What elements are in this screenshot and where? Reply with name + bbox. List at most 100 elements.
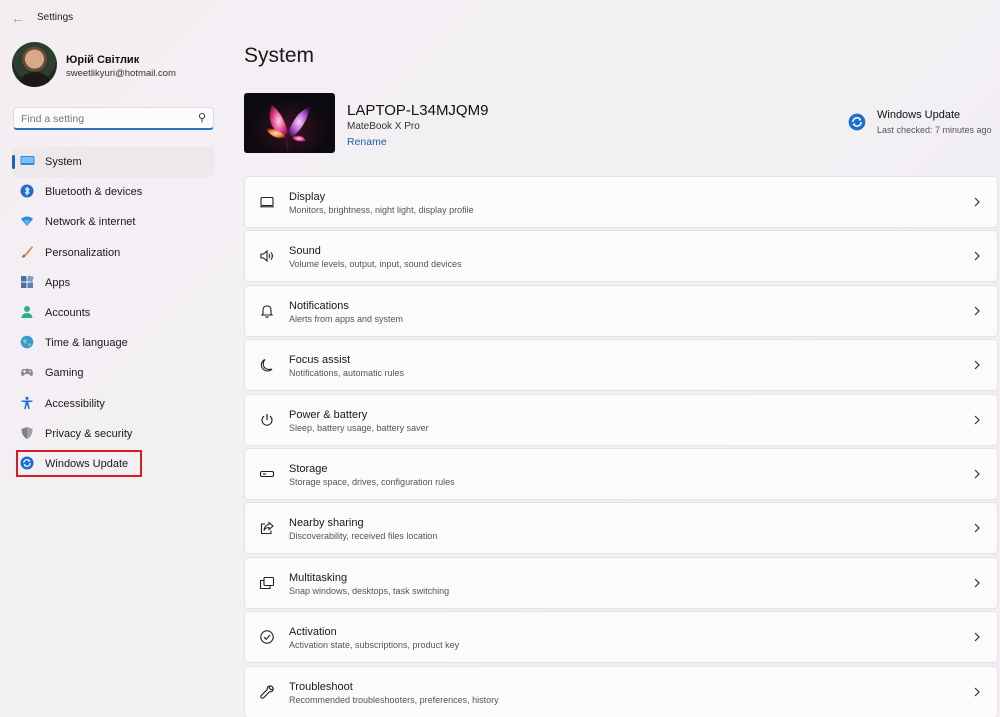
shield-icon: [20, 426, 34, 440]
bell-icon: [259, 303, 275, 319]
chevron-right-icon: [971, 630, 983, 644]
share-icon: [259, 520, 275, 536]
card-title: Sound: [289, 245, 321, 258]
user-profile[interactable]: Юрій Світлик sweetlikyuri@hotmail.com: [12, 42, 222, 92]
search-input[interactable]: Find a setting: [21, 113, 84, 125]
sidebar-item-network[interactable]: Network & internet: [12, 207, 214, 237]
windows-update-title: Windows Update: [877, 109, 961, 121]
sidebar-item-label: Personalization: [45, 246, 121, 259]
sidebar-item-label: Privacy & security: [45, 427, 133, 440]
search-box[interactable]: Find a setting ⚲: [13, 107, 214, 130]
card-subtitle: Snap windows, desktops, task switching: [289, 585, 450, 596]
windows-update-status[interactable]: Windows Update Last checked: 7 minutes a…: [848, 107, 998, 139]
rename-link[interactable]: Rename: [347, 136, 387, 148]
sidebar-item-label: Accessibility: [45, 397, 105, 410]
gamepad-icon: [20, 365, 34, 379]
globe-icon: [20, 335, 34, 349]
card-subtitle: Storage space, drives, configuration rul…: [289, 476, 455, 487]
windows-update-last-checked: Last checked: 7 minutes ago: [877, 125, 992, 135]
sidebar-item-bluetooth[interactable]: Bluetooth & devices: [12, 177, 214, 207]
card-title: Activation: [289, 626, 337, 639]
display-icon: [259, 194, 275, 210]
accessibility-icon: [20, 396, 34, 410]
storage-icon: [259, 466, 275, 482]
device-thumbnail: [244, 93, 335, 153]
card-nearby-sharing[interactable]: Nearby sharing Discoverability, received…: [244, 502, 998, 555]
card-notifications[interactable]: Notifications Alerts from apps and syste…: [244, 284, 998, 337]
sidebar-item-label: Apps: [45, 276, 71, 289]
sidebar-item-system[interactable]: System: [12, 147, 214, 178]
card-subtitle: Notifications, automatic rules: [289, 368, 405, 379]
chevron-right-icon: [971, 576, 983, 590]
sidebar-item-label: System: [45, 156, 82, 168]
chevron-right-icon: [971, 521, 983, 535]
wifi-icon: [20, 214, 34, 228]
card-title: Display: [289, 191, 326, 203]
apps-icon: [20, 275, 34, 289]
card-subtitle: Activation state, subscriptions, product…: [289, 640, 460, 651]
search-icon[interactable]: ⚲: [198, 111, 206, 124]
device-name: LAPTOP-L34MJQM9: [347, 102, 489, 119]
multitasking-icon: [259, 575, 275, 591]
card-title: Notifications: [289, 299, 349, 312]
sidebar-item-label: Accounts: [45, 306, 91, 319]
sidebar-item-label: Bluetooth & devices: [45, 186, 143, 199]
sidebar-item-label: Network & internet: [45, 216, 136, 229]
card-focus-assist[interactable]: Focus assist Notifications, automatic ru…: [244, 339, 998, 392]
sidebar-item-privacy-security[interactable]: Privacy & security: [12, 419, 214, 449]
card-title: Troubleshoot: [289, 680, 353, 693]
speaker-icon: [259, 248, 275, 264]
selection-indicator: [12, 155, 15, 169]
back-arrow-icon[interactable]: ←: [9, 9, 27, 27]
sidebar-item-label: Time & language: [45, 337, 128, 350]
sidebar-nav: System Bluetooth & devices Network & int…: [12, 147, 214, 479]
card-title: Focus assist: [289, 354, 351, 367]
sidebar-item-accessibility[interactable]: Accessibility: [12, 389, 214, 419]
page-title: System: [244, 44, 315, 67]
chevron-right-icon: [971, 413, 983, 427]
card-title: Nearby sharing: [289, 517, 364, 530]
card-subtitle: Recommended troubleshooters, preferences…: [289, 694, 499, 705]
card-power-battery[interactable]: Power & battery Sleep, battery usage, ba…: [244, 393, 998, 446]
chevron-right-icon: [971, 467, 983, 481]
annotation-highlight-box: [16, 450, 142, 477]
sidebar-item-gaming[interactable]: Gaming: [12, 358, 214, 388]
sidebar-item-accounts[interactable]: Accounts: [12, 298, 214, 328]
sidebar-item-apps[interactable]: Apps: [12, 268, 214, 298]
card-subtitle: Volume levels, output, input, sound devi…: [289, 259, 462, 270]
sidebar-item-personalization[interactable]: Personalization: [12, 238, 214, 268]
card-storage[interactable]: Storage Storage space, drives, configura…: [244, 447, 998, 500]
brush-icon: [20, 245, 34, 259]
bluetooth-icon: [20, 184, 34, 198]
card-subtitle: Sleep, battery usage, battery saver: [289, 422, 429, 433]
power-icon: [259, 412, 275, 428]
moon-icon: [259, 357, 275, 373]
user-name: Юрій Світлик: [66, 54, 140, 66]
sidebar-item-time-language[interactable]: Time & language: [12, 328, 214, 358]
check-circle-icon: [259, 629, 275, 645]
card-subtitle: Monitors, brightness, night light, displ…: [289, 205, 474, 215]
chevron-right-icon: [971, 249, 983, 263]
card-troubleshoot[interactable]: Troubleshoot Recommended troubleshooters…: [244, 665, 998, 717]
card-sound[interactable]: Sound Volume levels, output, input, soun…: [244, 230, 998, 283]
settings-list: Display Monitors, brightness, night ligh…: [244, 176, 998, 717]
person-icon: [20, 305, 34, 319]
card-subtitle: Discoverability, received files location: [289, 531, 438, 542]
update-icon: [848, 113, 866, 131]
chevron-right-icon: [971, 685, 983, 699]
sidebar-item-label: Gaming: [45, 367, 84, 380]
card-subtitle: Alerts from apps and system: [289, 313, 404, 324]
app-title: Settings: [37, 12, 74, 23]
avatar: [12, 42, 57, 87]
card-multitasking[interactable]: Multitasking Snap windows, desktops, tas…: [244, 556, 998, 609]
card-title: Storage: [289, 462, 328, 475]
device-model: MateBook X Pro: [347, 121, 420, 132]
chevron-right-icon: [971, 195, 983, 209]
card-activation[interactable]: Activation Activation state, subscriptio…: [244, 611, 998, 664]
system-icon: [20, 154, 35, 168]
user-email: sweetlikyuri@hotmail.com: [66, 68, 176, 79]
chevron-right-icon: [971, 358, 983, 372]
card-title: Multitasking: [289, 571, 348, 584]
card-display[interactable]: Display Monitors, brightness, night ligh…: [244, 176, 998, 228]
chevron-right-icon: [971, 304, 983, 318]
